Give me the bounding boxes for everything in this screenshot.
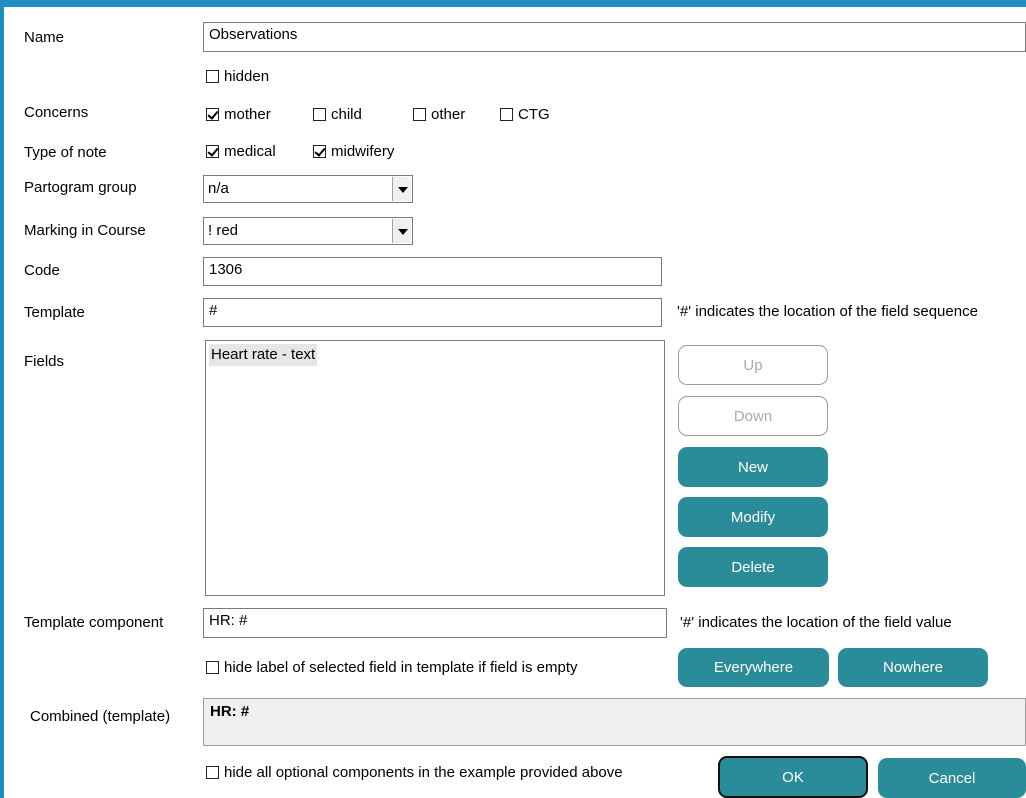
fields-label: Fields	[24, 353, 65, 370]
chevron-down-icon[interactable]	[392, 177, 411, 201]
concerns-label: Concerns	[24, 104, 89, 121]
modify-button[interactable]: Modify	[678, 497, 828, 537]
down-button[interactable]: Down	[678, 396, 828, 436]
marking-in-course-value: ! red	[208, 222, 239, 239]
concerns-child-label: child	[331, 105, 362, 123]
partogram-group-select[interactable]: n/a	[203, 175, 413, 203]
type-of-note-label: Type of note	[24, 144, 107, 161]
template-input[interactable]: #	[203, 298, 662, 327]
type-midwifery-checkbox[interactable]: midwifery	[313, 141, 394, 161]
cancel-button[interactable]: Cancel	[878, 758, 1026, 798]
hide-optional-checkbox[interactable]: hide all optional components in the exam…	[206, 762, 623, 782]
hidden-checkbox[interactable]: hidden	[206, 66, 269, 86]
partogram-group-value: n/a	[208, 180, 229, 197]
type-midwifery-checkbox-box[interactable]	[313, 144, 326, 158]
concerns-ctg-checkbox-box[interactable]	[500, 107, 513, 121]
concerns-mother-checkbox-box[interactable]	[206, 107, 219, 121]
template-hint: '#' indicates the location of the field …	[677, 303, 978, 320]
concerns-other-label: other	[431, 105, 466, 123]
concerns-child-checkbox[interactable]: child	[313, 104, 362, 124]
chevron-down-icon[interactable]	[392, 219, 411, 243]
type-medical-checkbox-box[interactable]	[206, 144, 219, 158]
partogram-group-label: Partogram group	[24, 179, 137, 196]
concerns-child-checkbox-box[interactable]	[313, 107, 326, 121]
hide-optional-checkbox-box[interactable]	[206, 765, 219, 779]
new-button[interactable]: New	[678, 447, 828, 487]
delete-button[interactable]: Delete	[678, 547, 828, 587]
template-component-label: Template component	[24, 614, 164, 631]
combined-label: Combined (template)	[30, 708, 171, 725]
template-component-input[interactable]: HR: #	[203, 608, 667, 638]
type-midwifery-label: midwifery	[331, 142, 395, 160]
hidden-checkbox-box[interactable]	[206, 69, 219, 83]
up-button[interactable]: Up	[678, 345, 828, 385]
concerns-mother-checkbox[interactable]: mother	[206, 104, 271, 124]
combined-preview: HR: #	[203, 698, 1026, 746]
fields-list[interactable]: Heart rate - text	[205, 340, 665, 596]
list-item[interactable]: Heart rate - text	[209, 344, 318, 366]
type-medical-label: medical	[224, 142, 276, 160]
code-label: Code	[24, 262, 60, 279]
marking-in-course-select[interactable]: ! red	[203, 217, 413, 245]
window-frame-left	[0, 0, 4, 798]
concerns-ctg-label: CTG	[518, 105, 550, 123]
name-input[interactable]: Observations	[203, 22, 1026, 52]
window-frame-top	[0, 0, 1026, 7]
concerns-other-checkbox[interactable]: other	[413, 104, 465, 124]
marking-in-course-label: Marking in Course	[24, 222, 146, 239]
code-input[interactable]: 1306	[203, 257, 662, 286]
everywhere-button[interactable]: Everywhere	[678, 648, 829, 687]
type-medical-checkbox[interactable]: medical	[206, 141, 276, 161]
concerns-mother-label: mother	[224, 105, 271, 123]
concerns-other-checkbox-box[interactable]	[413, 107, 426, 121]
name-label: Name	[24, 29, 65, 46]
template-label: Template	[24, 304, 85, 321]
hide-label-checkbox[interactable]: hide label of selected field in template…	[206, 657, 578, 677]
template-component-hint: '#' indicates the location of the field …	[680, 614, 952, 631]
hide-label-checkbox-label: hide label of selected field in template…	[224, 658, 578, 676]
hide-label-checkbox-box[interactable]	[206, 660, 219, 674]
hidden-checkbox-label: hidden	[224, 67, 270, 85]
nowhere-button[interactable]: Nowhere	[838, 648, 988, 687]
ok-button[interactable]: OK	[718, 756, 868, 798]
hide-optional-checkbox-label: hide all optional components in the exam…	[224, 763, 623, 781]
concerns-ctg-checkbox[interactable]: CTG	[500, 104, 550, 124]
